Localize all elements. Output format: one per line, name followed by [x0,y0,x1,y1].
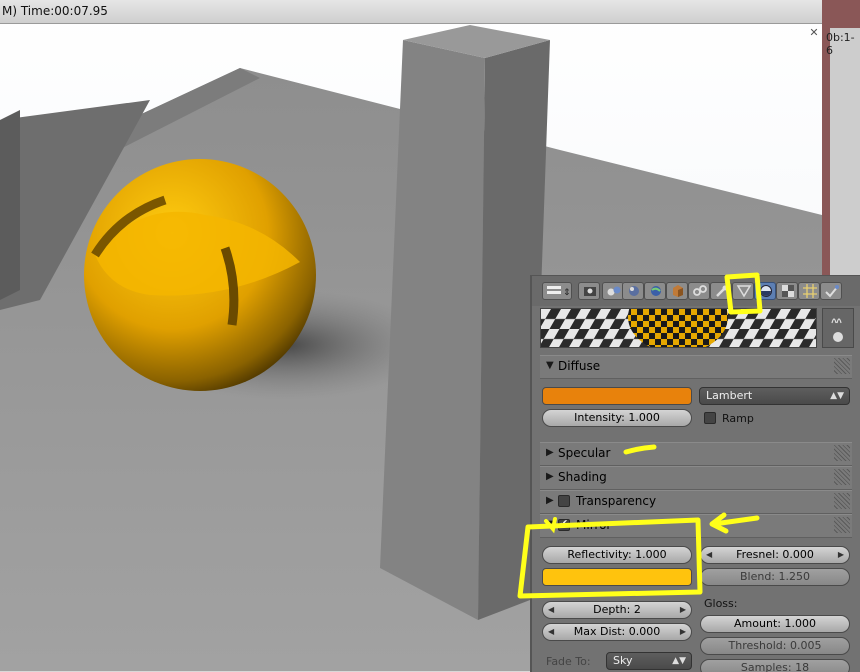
gloss-threshold-slider[interactable]: Threshold: 0.005 [700,637,850,655]
diffuse-intensity-value: Intensity: 1.000 [574,411,660,424]
gloss-amount-slider[interactable]: Amount: 1.000 [700,615,850,633]
decrement-arrow-icon[interactable]: ◀ [706,547,712,563]
gloss-samples-value: Samples: 18 [740,661,810,672]
right-window-label: 0b:1-6 [826,31,855,57]
blend-value: Blend: 1.250 [739,570,811,583]
shading-title: Shading [558,470,607,484]
expand-triangle-icon: ▼ [546,519,554,530]
editor-type-icon[interactable]: ⇕ [542,282,572,300]
mirror-color-swatch[interactable] [542,568,692,586]
drag-grip-icon[interactable] [834,358,850,374]
transparency-checkbox[interactable] [558,495,570,507]
data-icon[interactable] [732,282,754,300]
render-layers-icon[interactable] [602,282,624,300]
diffuse-intensity-slider[interactable]: Intensity: 1.000 [542,409,692,427]
fade-to-dropdown[interactable]: Sky ▲▼ [606,652,692,670]
updown-arrows-icon: ▲▼ [672,656,686,666]
depth-value: Depth: 2 [593,603,641,616]
right-window-inner [830,28,860,280]
physics-icon[interactable] [820,282,842,300]
increment-arrow-icon[interactable]: ▶ [680,624,686,640]
ramp-checkbox[interactable] [704,412,716,424]
close-x-icon[interactable]: ✕ [808,27,820,39]
render-context-icon[interactable] [578,282,600,300]
diffuse-shader-value: Lambert [706,389,753,402]
particles-icon[interactable] [798,282,820,300]
material-preview-image [541,309,816,347]
fade-to-label: Fade To: [546,655,591,668]
transparency-section-header[interactable]: ▶ Transparency [540,490,852,514]
fade-to-value: Sky [613,654,633,667]
checkmark-icon: ✔ [559,517,569,530]
material-preview [540,308,817,348]
transparency-title: Transparency [576,494,657,508]
collapse-triangle-icon: ▶ [546,495,554,506]
world-icon[interactable] [644,282,666,300]
fresnel-value: Fresnel: 0.000 [736,548,814,561]
object-icon[interactable] [666,282,688,300]
svg-text:⇕: ⇕ [563,288,570,298]
max-dist-field[interactable]: ◀ Max Dist: 0.000 ▶ [542,623,692,641]
shading-section-header[interactable]: ▶ Shading [540,466,852,490]
constraints-icon[interactable] [688,282,710,300]
updown-arrows-icon: ▲▼ [830,391,844,401]
drag-grip-icon[interactable] [834,493,850,509]
gloss-label: Gloss: [704,597,738,610]
material-icon[interactable] [754,282,776,300]
gloss-threshold-value: Threshold: 0.005 [728,639,822,652]
mirror-section-header[interactable]: ▼ ✔ Mirror [540,514,852,538]
properties-panel: ⇕ ▼ Diffuse Lambert ▲▼ Intensity: 1.000 … [530,275,860,672]
max-dist-value: Max Dist: 0.000 [573,625,661,638]
specular-title: Specular [558,446,611,460]
collapse-triangle-icon: ▶ [546,447,554,458]
gloss-samples-field[interactable]: Samples: 18 [700,659,850,672]
drag-grip-icon[interactable] [834,445,850,461]
expand-triangle-icon: ▼ [546,360,554,371]
modifiers-icon[interactable] [710,282,732,300]
decrement-arrow-icon[interactable]: ◀ [548,602,554,618]
gloss-amount-value: Amount: 1.000 [734,617,816,630]
specular-section-header[interactable]: ▶ Specular [540,442,852,466]
preview-type-column [822,308,854,348]
depth-field[interactable]: ◀ Depth: 2 ▶ [542,601,692,619]
diffuse-shader-dropdown[interactable]: Lambert ▲▼ [699,387,850,405]
diffuse-title: Diffuse [558,359,601,373]
scene-icon[interactable] [622,282,644,300]
blend-field[interactable]: Blend: 1.250 [700,568,850,586]
drag-grip-icon[interactable] [834,469,850,485]
context-tab-bar: ⇕ [532,276,860,306]
render-time-readout: M) Time:00:07.95 [2,4,108,18]
mirror-checkbox[interactable]: ✔ [558,517,570,531]
increment-arrow-icon[interactable]: ▶ [838,547,844,563]
decrement-arrow-icon[interactable]: ◀ [548,624,554,640]
drag-grip-icon[interactable] [834,517,850,533]
render-header: M) Time:00:07.95 [0,0,822,24]
fresnel-field[interactable]: ◀ Fresnel: 0.000 ▶ [700,546,850,564]
mirror-title: Mirror [576,518,612,532]
diffuse-color-swatch[interactable] [542,387,692,405]
diffuse-section-header[interactable]: ▼ Diffuse [540,355,852,379]
increment-arrow-icon[interactable]: ▶ [680,602,686,618]
texture-icon[interactable] [776,282,798,300]
reflectivity-value: Reflectivity: 1.000 [567,548,667,561]
reflectivity-slider[interactable]: Reflectivity: 1.000 [542,546,692,564]
collapse-triangle-icon: ▶ [546,471,554,482]
ramp-label: Ramp [722,412,754,425]
